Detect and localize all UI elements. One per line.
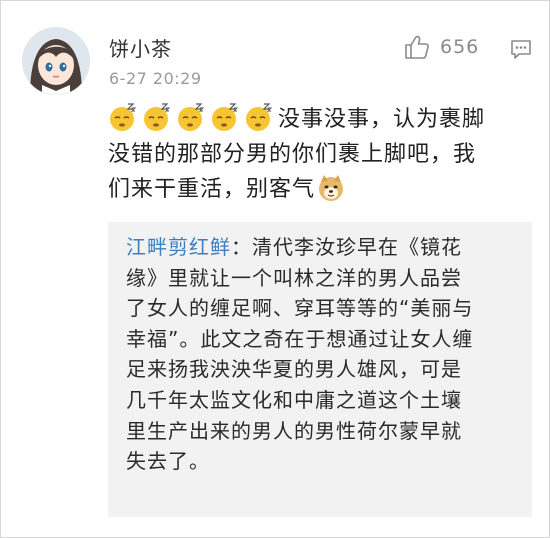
thumbs-up-icon	[404, 34, 430, 60]
reply-line1: ：清代李汝珍早在《镜花	[231, 235, 462, 259]
reply-line3: 了女人的缠足啊、穿耳等等的“美丽与	[126, 296, 474, 321]
comment-text-line1: 没事没事，认为裹脚	[278, 107, 486, 132]
sleepy-face-emoji	[210, 102, 240, 132]
comment-text-line2: 没错的那部分男的你们裹上脚吧，我	[108, 142, 477, 167]
sleepy-face-emoji	[108, 102, 138, 132]
reply-author[interactable]: 江畔剪红鲜	[126, 235, 231, 259]
comment-text-line3: 们来干重活，别客气	[108, 177, 316, 202]
reply-line6: 几千年太监文化和中庸之道这个土壤	[126, 387, 462, 412]
doge-emoji	[317, 174, 345, 202]
sleepy-face-emoji	[142, 102, 172, 132]
reply-quote: 江畔剪红鲜：清代李汝珍早在《镜花 缘》里就让一个叫林之洋的男人品尝 了女人的缠足…	[108, 222, 532, 517]
reply-line8: 失去了。	[126, 449, 210, 474]
sleepy-face-emoji	[176, 102, 206, 132]
reply-line: 江畔剪红鲜：清代李汝珍早在《镜花	[126, 232, 521, 263]
reply-line7: 里生产出来的男人的男性荷尔蒙早就	[126, 418, 462, 443]
like-button[interactable]: 656	[404, 34, 479, 60]
comment-text: 没事没事，认为裹脚 没错的那部分男的你们裹上脚吧，我 们来干重活，别客气	[108, 102, 533, 207]
comment-line: 们来干重活，别客气	[108, 172, 533, 207]
reply-line5: 足来扬我泱泱华夏的男人雄风，可是	[126, 357, 462, 382]
comment-line: 没事没事，认为裹脚	[108, 102, 533, 137]
reply-line2: 缘》里就让一个叫林之洋的男人品尝	[126, 265, 462, 290]
reply-line4: 幸福”。此文之奇在于想通过让女人缠	[126, 326, 474, 351]
comment-icon[interactable]	[510, 38, 532, 64]
like-count: 656	[440, 36, 480, 58]
username[interactable]: 饼小茶	[109, 33, 172, 62]
emoji-row	[108, 103, 278, 132]
avatar[interactable]	[22, 27, 90, 95]
sleepy-face-emoji	[244, 102, 274, 132]
timestamp: 6-27 20:29	[109, 69, 202, 88]
reply-text: 江畔剪红鲜：清代李汝珍早在《镜花 缘》里就让一个叫林之洋的男人品尝 了女人的缠足…	[126, 232, 521, 477]
